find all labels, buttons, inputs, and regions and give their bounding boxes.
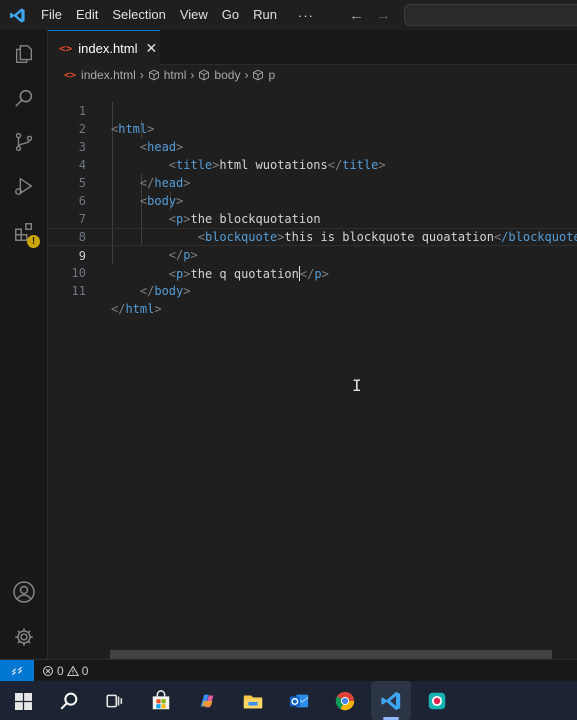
code-line: 5 <body> <box>48 156 577 208</box>
code-line: 4 </head> <box>48 138 577 190</box>
element-cube-icon <box>252 69 264 81</box>
store-icon[interactable] <box>147 687 175 715</box>
windows-taskbar <box>0 681 577 720</box>
code-line: 6 <p>the blockquotation <box>48 174 577 226</box>
search-icon[interactable] <box>10 84 38 112</box>
html-file-icon: <> <box>59 41 73 55</box>
html-file-icon: <> <box>64 69 77 81</box>
code-line: 2 <head> <box>48 102 577 154</box>
forward-arrow-icon[interactable]: → <box>376 7 391 24</box>
activity-bar: ! <box>0 30 48 658</box>
vscode-icon[interactable] <box>377 687 405 715</box>
code-line: 1 <html> <box>48 84 577 136</box>
vscode-logo-icon <box>0 0 34 30</box>
explorer-icon[interactable] <box>10 40 38 68</box>
run-debug-icon[interactable] <box>10 172 38 200</box>
status-bar: 0 0 <box>0 659 577 682</box>
breadcrumb-separator: › <box>190 68 195 82</box>
breadcrumb-separator: › <box>139 68 144 82</box>
source-control-icon[interactable] <box>10 128 38 156</box>
breadcrumb-file[interactable]: index.html <box>81 68 136 82</box>
code-line: 3 <title>html wuotations</title> <box>48 120 577 172</box>
command-center-search[interactable] <box>404 4 577 26</box>
extensions-icon[interactable]: ! <box>10 218 40 248</box>
menu-view[interactable]: View <box>173 0 215 30</box>
task-view-icon[interactable] <box>100 687 128 715</box>
problems-indicator[interactable]: 0 0 <box>42 664 88 678</box>
menu-selection[interactable]: Selection <box>105 0 172 30</box>
code-line: 8 </p> <box>48 210 577 262</box>
copilot-icon[interactable] <box>193 687 221 715</box>
code-text: </body> <box>139 284 191 298</box>
line-number: 11 <box>71 284 86 298</box>
warning-badge-icon: ! <box>27 235 40 248</box>
breadcrumb-p[interactable]: p <box>268 68 275 82</box>
tab-label: index.html <box>78 40 138 56</box>
title-bar: File Edit Selection View Go Run ··· ← → <box>0 0 577 30</box>
accounts-icon[interactable] <box>10 578 38 606</box>
current-code-line: 9 <p>the q quotation</p> <box>48 228 577 281</box>
element-cube-icon <box>198 69 210 81</box>
warning-count: 0 <box>81 663 89 678</box>
remote-indicator-icon[interactable] <box>0 659 34 682</box>
snipping-tool-icon[interactable] <box>423 687 451 715</box>
outlook-icon[interactable] <box>285 687 313 715</box>
tab-index-html[interactable]: <> index.html ✕ <box>48 30 160 65</box>
breadcrumb-html[interactable]: html <box>164 68 187 82</box>
chrome-icon[interactable] <box>331 687 359 715</box>
warning-icon <box>66 664 79 676</box>
code-text: </html> <box>111 302 162 316</box>
back-arrow-icon[interactable]: ← <box>349 7 364 24</box>
code-editor[interactable]: 1 <html> 2 <head> 3 <title>html wuotatio… <box>48 84 577 658</box>
menu-bar: File Edit Selection View Go Run ··· <box>34 0 328 30</box>
file-explorer-icon[interactable] <box>239 687 267 715</box>
element-cube-icon <box>148 69 160 81</box>
breadcrumb-body[interactable]: body <box>214 68 240 82</box>
close-icon[interactable]: ✕ <box>146 40 158 57</box>
code-line: 10 </body> <box>48 246 577 298</box>
menu-edit[interactable]: Edit <box>69 0 105 30</box>
windows-start-icon[interactable] <box>9 687 37 715</box>
mouse-ibeam-cursor-icon: I <box>352 376 362 395</box>
code-line: 7 <blockquote>this is blockquote quoatat… <box>48 192 577 244</box>
navigation-arrows: ← → <box>349 0 391 30</box>
error-count: 0 <box>57 663 64 678</box>
menu-go[interactable]: Go <box>215 0 246 30</box>
menu-more-button[interactable]: ··· <box>284 8 328 23</box>
code-line: 11 </html> <box>48 264 577 316</box>
menu-file[interactable]: File <box>34 0 69 30</box>
breadcrumb-separator: › <box>244 68 249 82</box>
breadcrumb: <> index.html › html › body › p <box>64 66 275 84</box>
manage-gear-icon[interactable] <box>10 623 38 651</box>
editor-tabs: <> index.html ✕ <box>48 30 577 65</box>
error-icon <box>42 665 54 676</box>
menu-run[interactable]: Run <box>246 0 284 30</box>
search-icon[interactable] <box>55 687 83 715</box>
